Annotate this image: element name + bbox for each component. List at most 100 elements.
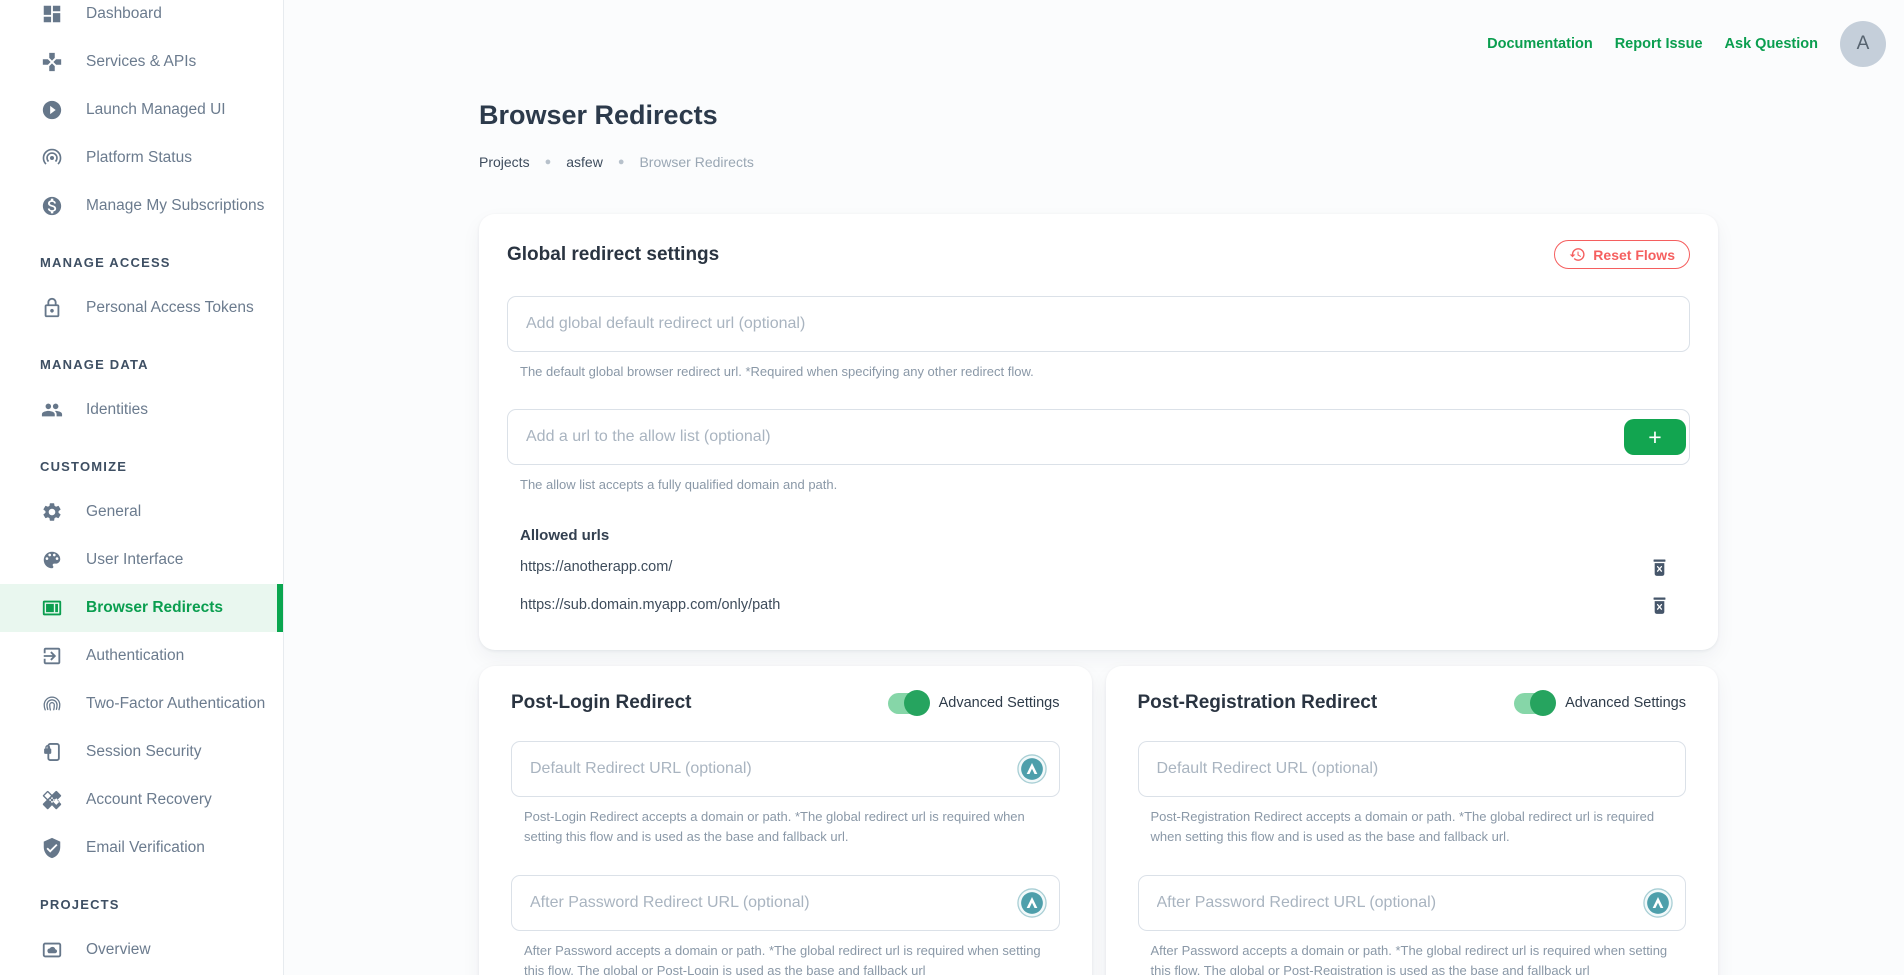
lock-icon [41, 297, 63, 319]
toggle-knob [904, 690, 930, 716]
advanced-settings-toggle-wrap: Advanced Settings [1514, 693, 1686, 714]
sidebar-item-label: Services & APIs [86, 53, 196, 71]
post-registration-redirect-after-password-input[interactable] [1138, 875, 1687, 931]
sidebar-section-header-customize: CUSTOMIZE [0, 444, 283, 488]
sidebar-item-label: Personal Access Tokens [86, 299, 254, 317]
sidebar-item-manage-my-subscriptions[interactable]: Manage My Subscriptions [0, 182, 283, 230]
advanced-settings-toggle-wrap: Advanced Settings [888, 693, 1060, 714]
post-registration-redirect-default-redirect-input[interactable] [1138, 741, 1687, 797]
breadcrumb: Projects ● asfew ● Browser Redirects [479, 154, 1718, 170]
post-registration-redirect-after-help-text: After Password accepts a domain or path.… [1151, 941, 1686, 975]
sidebar-item-email-verification[interactable]: Email Verification [0, 824, 283, 872]
avatar[interactable]: A [1840, 21, 1886, 67]
fingerprint-icon [41, 693, 63, 715]
identities-icon [41, 399, 63, 421]
session-security-icon [41, 741, 63, 763]
sidebar-nav: Dashboard Services & APIs Launch Managed U… [0, 0, 283, 974]
sidebar-item-label: Browser Redirects [86, 599, 223, 617]
gear-icon [41, 501, 63, 523]
sidebar-item-authentication[interactable]: Authentication [0, 632, 283, 680]
report-issue-link[interactable]: Report Issue [1615, 36, 1703, 52]
sidebar-item-label: Platform Status [86, 149, 192, 167]
palette-icon [41, 549, 63, 571]
allowed-urls-title: Allowed urls [520, 527, 1690, 544]
sidebar-item-session-security[interactable]: Session Security [0, 728, 283, 776]
password-manager-extension-icon[interactable] [1017, 888, 1047, 918]
post-login-redirect-after-help-text: After Password accepts a domain or path.… [524, 941, 1059, 975]
email-verification-icon [41, 837, 63, 859]
sidebar-item-label: Dashboard [86, 5, 162, 23]
sidebar-item-label: General [86, 503, 141, 521]
global-card-title: Global redirect settings [507, 244, 719, 266]
password-manager-extension-icon[interactable] [1017, 754, 1047, 784]
account-recovery-icon [41, 789, 63, 811]
documentation-link[interactable]: Documentation [1487, 36, 1593, 52]
sidebar-item-label: Launch Managed UI [86, 101, 226, 119]
trash-icon [1649, 557, 1670, 578]
delete-url-button[interactable] [1649, 595, 1670, 616]
sidebar-item-services-apis[interactable]: Services & APIs [0, 38, 283, 86]
subscriptions-icon [41, 195, 63, 217]
services-apis-icon [41, 51, 63, 73]
sidebar-section-header-manage-access: MANAGE ACCESS [0, 240, 283, 284]
sidebar-item-two-factor-authentication[interactable]: Two-Factor Authentication [0, 680, 283, 728]
delete-url-button[interactable] [1649, 557, 1670, 578]
password-manager-extension-icon[interactable] [1643, 888, 1673, 918]
post-login-redirect-default-redirect-input[interactable] [511, 741, 1060, 797]
top-links: Documentation Report Issue Ask Question … [1487, 21, 1886, 67]
sidebar-item-overview[interactable]: Overview [0, 926, 283, 974]
post-login-redirect-after-password-input[interactable] [511, 875, 1060, 931]
sidebar-item-dashboard[interactable]: Dashboard [0, 0, 283, 38]
sidebar-item-launch-managed-ui[interactable]: Launch Managed UI [0, 86, 283, 134]
sidebar-item-platform-status[interactable]: Platform Status [0, 134, 283, 182]
trash-icon [1649, 595, 1670, 616]
breadcrumb-separator: ● [618, 156, 625, 168]
post-login-redirect-default-help-text: Post-Login Redirect accepts a domain or … [524, 807, 1059, 847]
sidebar-item-browser-redirects[interactable]: Browser Redirects [0, 584, 283, 632]
sidebar-item-label: Email Verification [86, 839, 205, 857]
reset-flows-button[interactable]: Reset Flows [1554, 240, 1690, 269]
dashboard-icon [41, 3, 63, 25]
sidebar-item-label: User Interface [86, 551, 183, 569]
sidebar-item-label: Session Security [86, 743, 201, 761]
allowed-url-row: https://anotherapp.com/ [520, 552, 1690, 582]
advanced-settings-toggle[interactable] [888, 693, 928, 714]
sidebar-item-personal-access-tokens[interactable]: Personal Access Tokens [0, 284, 283, 332]
browser-redirects-icon [41, 597, 63, 619]
post-registration-redirect-default-help-text: Post-Registration Redirect accepts a dom… [1151, 807, 1686, 847]
toggle-knob [1530, 690, 1556, 716]
allow-list-help-text: The allow list accepts a fully qualified… [520, 475, 1690, 495]
sidebar-item-label: Manage My Subscriptions [86, 197, 264, 215]
allow-list-url-input[interactable] [507, 409, 1690, 465]
overview-icon [41, 939, 63, 961]
sidebar-item-identities[interactable]: Identities [0, 386, 283, 434]
history-icon [1569, 246, 1586, 263]
sidebar-item-general[interactable]: General [0, 488, 283, 536]
ask-question-link[interactable]: Ask Question [1725, 36, 1818, 52]
main-area: Documentation Report Issue Ask Question … [284, 0, 1904, 975]
post-login-redirect-card: Post-Login RedirectAdvanced SettingsPost… [479, 666, 1092, 975]
sidebar-item-label: Identities [86, 401, 148, 419]
sidebar: Dashboard Services & APIs Launch Managed U… [0, 0, 284, 975]
sidebar-item-user-interface[interactable]: User Interface [0, 536, 283, 584]
breadcrumb-current: Browser Redirects [639, 154, 753, 170]
global-default-help-text: The default global browser redirect url.… [520, 362, 1690, 382]
plus-icon: + [1648, 426, 1661, 449]
post-registration-redirect-title: Post-Registration Redirect [1138, 692, 1378, 714]
sidebar-item-account-recovery[interactable]: Account Recovery [0, 776, 283, 824]
breadcrumb-projects[interactable]: Projects [479, 154, 530, 170]
advanced-settings-label: Advanced Settings [939, 695, 1060, 711]
sidebar-item-label: Account Recovery [86, 791, 212, 809]
allowed-url-text: https://anotherapp.com/ [520, 559, 672, 575]
sidebar-item-label: Overview [86, 941, 151, 959]
sidebar-item-label: Two-Factor Authentication [86, 695, 265, 713]
post-registration-redirect-card: Post-Registration Redirect Advanced Setti… [1106, 666, 1719, 975]
reset-flows-label: Reset Flows [1593, 247, 1675, 263]
page-content: Browser Redirects Projects ● asfew ● Bro… [479, 0, 1718, 975]
advanced-settings-toggle[interactable] [1514, 693, 1554, 714]
add-allow-url-button[interactable]: + [1624, 419, 1686, 455]
authentication-icon [41, 645, 63, 667]
global-default-redirect-input[interactable] [507, 296, 1690, 352]
breadcrumb-project-name[interactable]: asfew [566, 154, 603, 170]
allowed-urls-list: https://anotherapp.com/https://sub.domai… [507, 552, 1690, 620]
